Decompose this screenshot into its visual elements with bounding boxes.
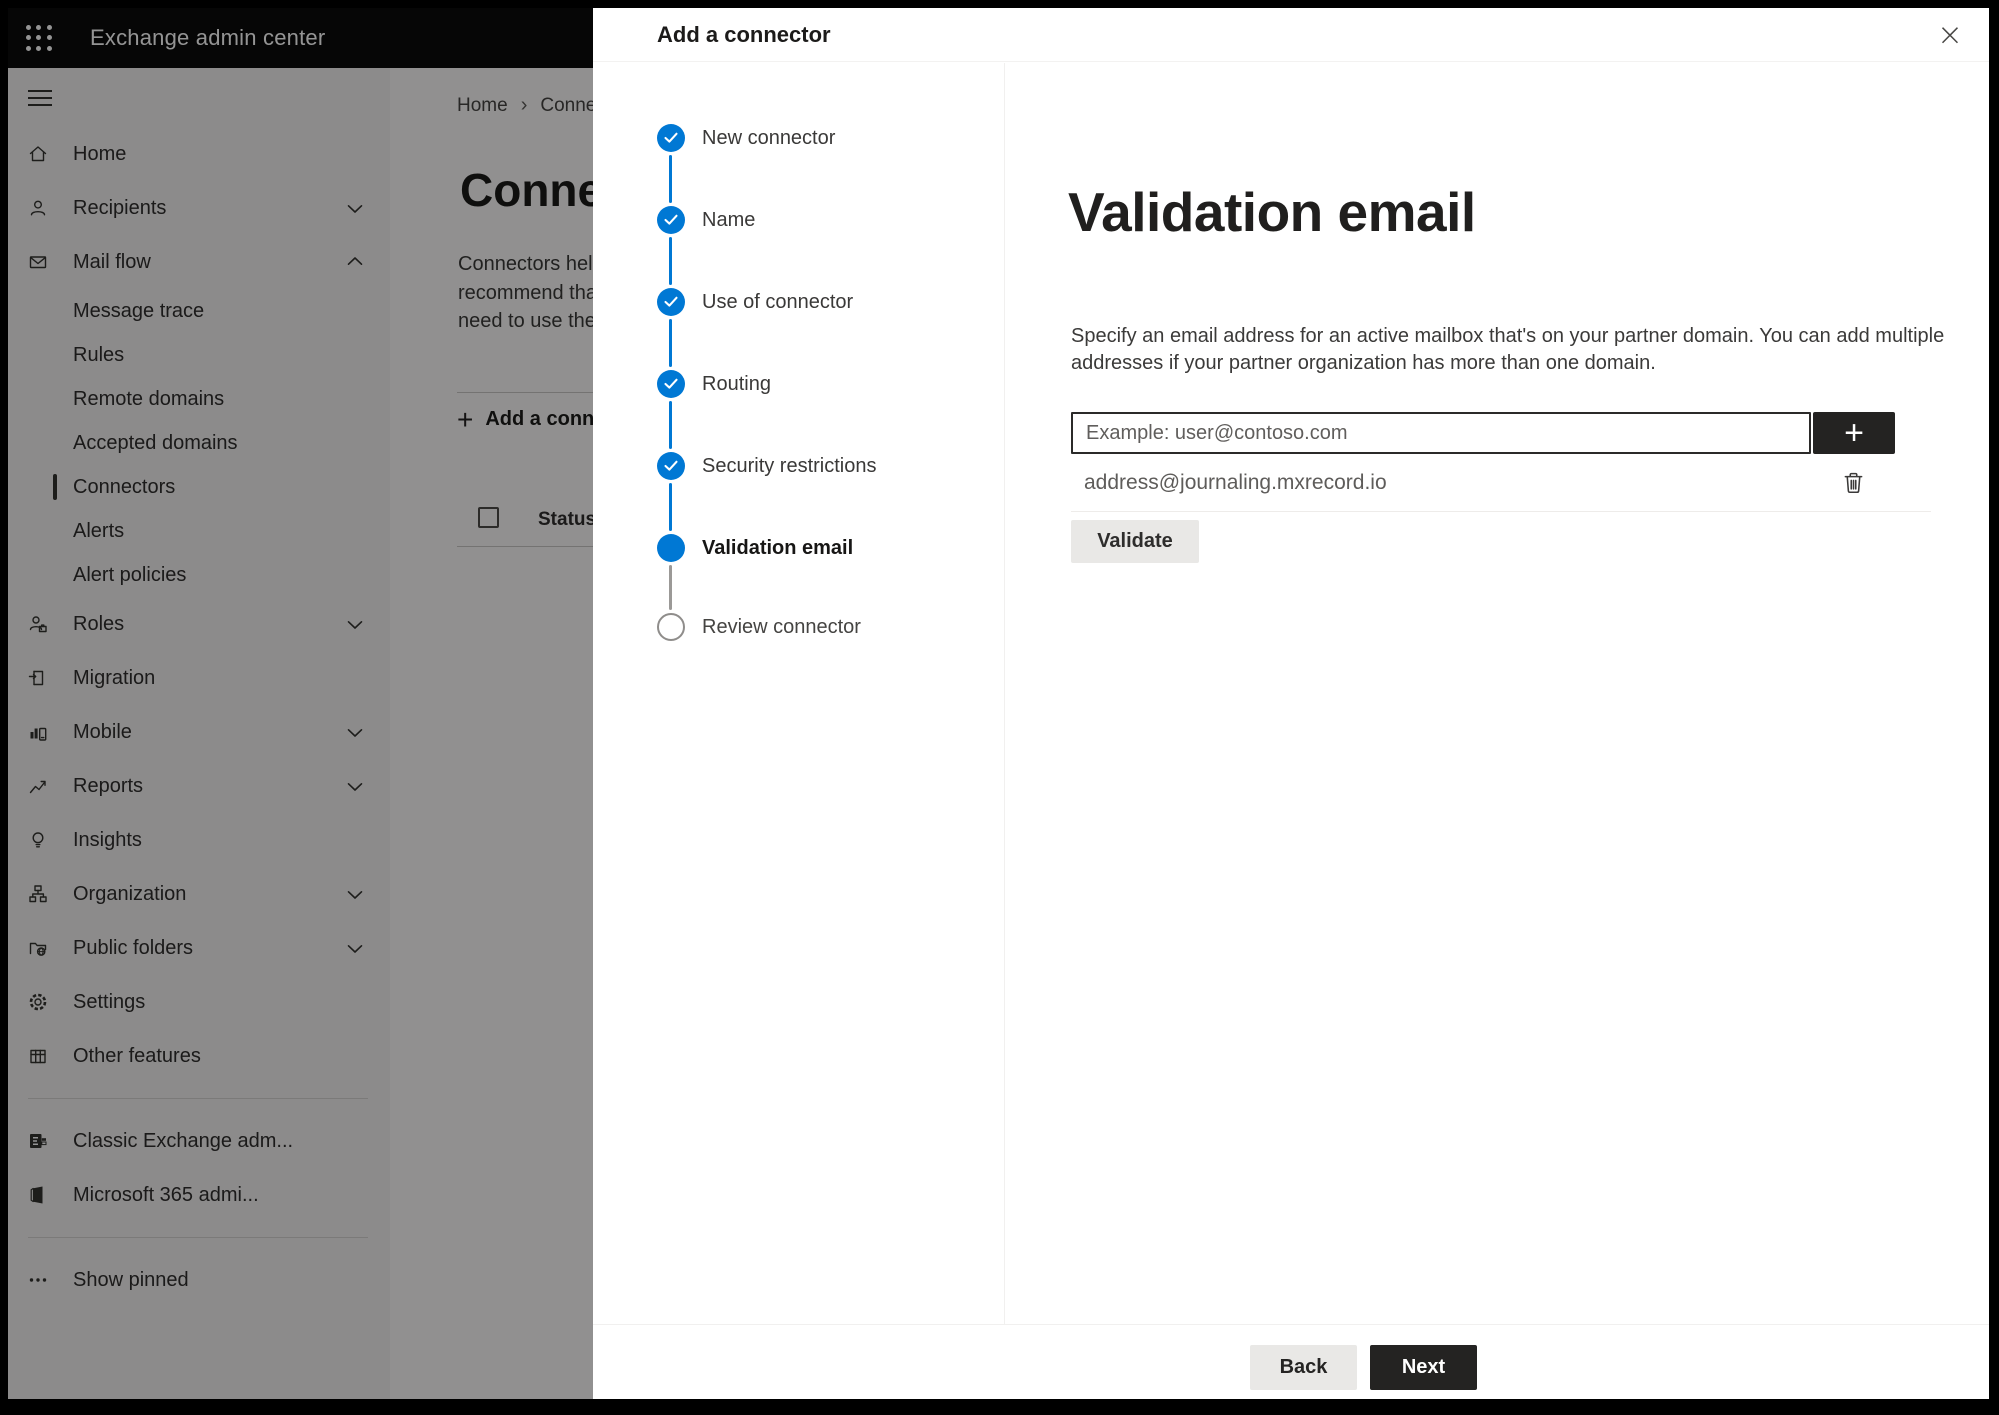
step-check-icon (657, 452, 685, 480)
wizard-step-use-of-connector: Use of connector (593, 288, 853, 316)
step-connector-line (669, 319, 672, 367)
step-check-icon (657, 124, 685, 152)
delete-address-trash-icon[interactable] (1836, 466, 1870, 500)
step-heading: Validation email (1068, 181, 1476, 243)
address-list: address@journaling.mxrecord.io (1071, 454, 1931, 512)
panel-header: Add a connector × (593, 8, 1989, 62)
step-label: New connector (702, 126, 836, 149)
address-row: address@journaling.mxrecord.io (1071, 454, 1931, 512)
wizard-step-security-restrictions: Security restrictions (593, 452, 877, 480)
validate-button[interactable]: Validate (1071, 520, 1199, 563)
wizard-step-validation-email: Validation email (593, 534, 853, 562)
step-check-icon (657, 288, 685, 316)
wizard-step-review-connector: Review connector (593, 613, 861, 641)
step-label: Review connector (702, 615, 861, 638)
wizard-step-name: Name (593, 206, 755, 234)
step-connector-line (669, 565, 672, 610)
close-icon[interactable]: × (1931, 16, 1969, 54)
wizard-steps: New connector Name Use of connector Routing… (593, 63, 1005, 1324)
step-check-icon (657, 370, 685, 398)
step-current-icon (657, 534, 685, 562)
wizard-step-routing: Routing (593, 370, 771, 398)
step-label: Use of connector (702, 290, 854, 313)
next-button[interactable]: Next (1370, 1345, 1477, 1390)
step-connector-line (669, 483, 672, 531)
email-input[interactable] (1071, 412, 1811, 454)
step-connector-line (669, 237, 672, 285)
step-connector-line (669, 155, 672, 203)
panel-title: Add a connector (657, 22, 831, 47)
step-label: Routing (702, 372, 771, 395)
step-upcoming-icon (657, 613, 685, 641)
address-text: address@journaling.mxrecord.io (1084, 471, 1387, 494)
screen: Exchange admin center Home Recipients Mail… (8, 8, 1989, 1399)
step-connector-line (669, 401, 672, 449)
add-address-button[interactable]: + (1813, 412, 1895, 454)
step-check-icon (657, 206, 685, 234)
footer-divider (593, 1324, 1989, 1325)
step-label: Security restrictions (702, 454, 877, 477)
wizard-step-new-connector: New connector (593, 124, 835, 152)
step-label: Validation email (702, 536, 854, 559)
step-description: Specify an email address for an active m… (1071, 325, 1945, 374)
back-button[interactable]: Back (1250, 1345, 1357, 1390)
add-connector-panel: Add a connector × New connector Name Use o… (593, 8, 1989, 1399)
step-label: Name (702, 208, 756, 231)
